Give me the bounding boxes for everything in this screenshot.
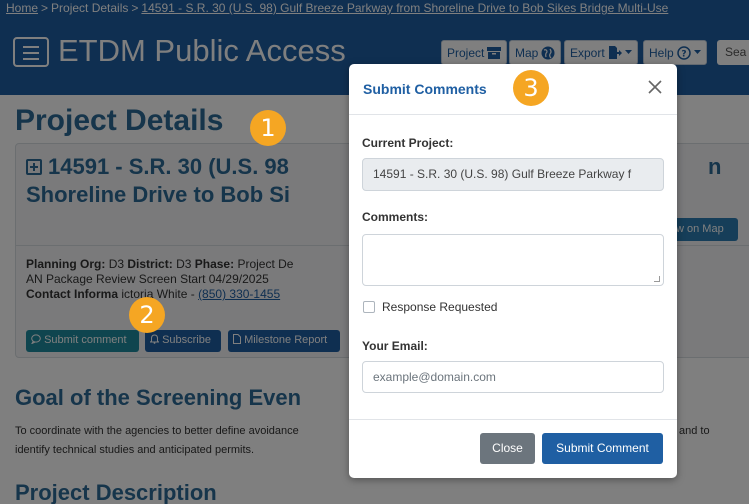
comments-textarea[interactable] bbox=[362, 234, 664, 286]
callout-badge-1: 1 bbox=[250, 110, 286, 146]
response-requested-label[interactable]: Response Requested bbox=[382, 300, 497, 314]
submit-comment-modal-button[interactable]: Submit Comment bbox=[542, 433, 663, 464]
response-requested-checkbox[interactable] bbox=[363, 301, 375, 313]
email-label: Your Email: bbox=[362, 339, 428, 353]
modal-title: Submit Comments bbox=[363, 81, 487, 97]
comments-label: Comments: bbox=[362, 210, 429, 224]
submit-comments-modal: Submit Comments Current Project: 14591 -… bbox=[349, 64, 677, 478]
modal-footer-divider bbox=[349, 419, 677, 420]
current-project-label: Current Project: bbox=[362, 136, 454, 150]
modal-header-divider bbox=[349, 114, 677, 115]
close-button[interactable]: Close bbox=[480, 433, 535, 464]
callout-badge-2: 2 bbox=[129, 297, 165, 333]
current-project-field: 14591 - S.R. 30 (U.S. 98) Gulf Breeze Pa… bbox=[362, 158, 664, 191]
email-field[interactable]: example@domain.com bbox=[362, 361, 664, 393]
close-icon[interactable] bbox=[647, 79, 663, 95]
callout-badge-3: 3 bbox=[513, 70, 549, 106]
resize-grip-icon[interactable] bbox=[654, 276, 660, 282]
